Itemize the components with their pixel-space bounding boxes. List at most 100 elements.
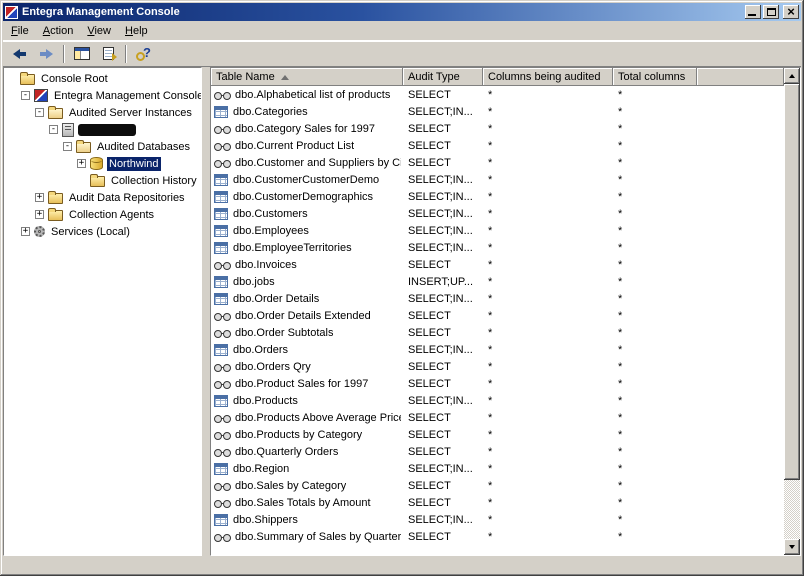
cell-audit-type: SELECT [403, 531, 483, 543]
view-icon [214, 479, 230, 492]
scroll-up-button[interactable] [784, 68, 800, 84]
table-row[interactable]: dbo.Employees SELECT;IN... * * [211, 222, 784, 239]
tree-item[interactable]: Collection History [4, 172, 201, 189]
forward-icon [39, 49, 53, 59]
table-row[interactable]: dbo.Products Above Average Price SELECT … [211, 409, 784, 426]
tree-item[interactable]: - [4, 121, 201, 138]
table-row[interactable]: dbo.Order Subtotals SELECT * * [211, 324, 784, 341]
table-row[interactable]: dbo.CustomerDemographics SELECT;IN... * … [211, 188, 784, 205]
tree-expander[interactable]: + [21, 227, 30, 236]
help-button[interactable] [132, 44, 156, 64]
cell-audit-type: SELECT [403, 497, 483, 509]
tree-item[interactable]: Console Root [4, 70, 201, 87]
table-row[interactable]: dbo.EmployeeTerritories SELECT;IN... * * [211, 239, 784, 256]
table-row[interactable]: dbo.Category Sales for 1997 SELECT * * [211, 120, 784, 137]
tree-item[interactable]: + Collection Agents [4, 206, 201, 223]
table-row[interactable]: dbo.Products by Category SELECT * * [211, 426, 784, 443]
column-header-total-columns[interactable]: Total columns [613, 68, 697, 86]
cell-total-columns: * [613, 327, 697, 339]
tree-expander[interactable]: - [49, 125, 58, 134]
vertical-scrollbar[interactable] [784, 68, 800, 555]
tree-expander[interactable]: + [35, 193, 44, 202]
tree-expander[interactable]: - [63, 142, 72, 151]
scroll-down-button[interactable] [784, 539, 800, 555]
tree-item[interactable]: + Services (Local) [4, 223, 201, 240]
cell-table-name: dbo.jobs [211, 276, 403, 288]
cell-columns-being-audited: * [483, 446, 613, 458]
table-row[interactable]: dbo.Shippers SELECT;IN... * * [211, 511, 784, 528]
cell-total-columns: * [613, 446, 697, 458]
tree-item[interactable]: - Entegra Management Console_0 [4, 87, 201, 104]
show-hide-tree-button[interactable] [70, 44, 94, 64]
server-icon [62, 123, 74, 137]
table-row[interactable]: dbo.CustomerCustomerDemo SELECT;IN... * … [211, 171, 784, 188]
arrow-down-icon [789, 545, 795, 549]
column-header-audit-type[interactable]: Audit Type [403, 68, 483, 86]
table-row[interactable]: dbo.Current Product List SELECT * * [211, 137, 784, 154]
close-button[interactable] [783, 5, 799, 19]
minimize-button[interactable] [745, 5, 761, 19]
table-list: Table Name Audit Type Columns being audi… [211, 68, 784, 555]
table-row[interactable]: dbo.Categories SELECT;IN... * * [211, 103, 784, 120]
cell-columns-being-audited: * [483, 327, 613, 339]
tree-expander[interactable]: + [77, 159, 86, 168]
cell-table-name: dbo.Categories [211, 106, 403, 118]
table-name-text: dbo.Order Details Extended [235, 310, 371, 322]
column-header-table-name[interactable]: Table Name [211, 68, 403, 86]
cell-table-name: dbo.Products Above Average Price [211, 411, 403, 424]
tree-item-label: Console Root [39, 72, 110, 86]
folder-open-icon [48, 108, 63, 119]
tree-expander[interactable]: - [21, 91, 30, 100]
table-row[interactable]: dbo.Summary of Sales by Quarter SELECT *… [211, 528, 784, 545]
menu-action[interactable]: Action [36, 22, 81, 40]
entegra-management-console-window: Entegra Management Console FileActionVie… [0, 0, 804, 576]
table-row[interactable]: dbo.Orders SELECT;IN... * * [211, 341, 784, 358]
table-row[interactable]: dbo.Sales by Category SELECT * * [211, 477, 784, 494]
cell-total-columns: * [613, 310, 697, 322]
table-row[interactable]: dbo.Order Details Extended SELECT * * [211, 307, 784, 324]
cell-audit-type: INSERT;UP... [403, 276, 483, 288]
table-row[interactable]: dbo.Customer and Suppliers by City SELEC… [211, 154, 784, 171]
table-name-text: dbo.Alphabetical list of products [235, 89, 390, 101]
cell-table-name: dbo.Employees [211, 225, 403, 237]
cell-total-columns: * [613, 191, 697, 203]
folder-open-icon [76, 142, 91, 153]
table-row[interactable]: dbo.Alphabetical list of products SELECT… [211, 86, 784, 103]
export-list-button[interactable] [96, 44, 120, 64]
tree-item[interactable]: - Audited Databases [4, 138, 201, 155]
maximize-button[interactable] [763, 5, 779, 19]
cell-table-name: dbo.Sales by Category [211, 479, 403, 492]
scroll-track[interactable] [784, 84, 800, 539]
table-row[interactable]: dbo.Product Sales for 1997 SELECT * * [211, 375, 784, 392]
cell-audit-type: SELECT;IN... [403, 344, 483, 356]
menu-view[interactable]: View [80, 22, 118, 40]
table-row[interactable]: dbo.Region SELECT;IN... * * [211, 460, 784, 477]
tree-item[interactable]: + Northwind [4, 155, 201, 172]
tree-expander[interactable]: + [35, 210, 44, 219]
tree-item[interactable]: + Audit Data Repositories [4, 189, 201, 206]
show-hide-tree-icon [74, 47, 90, 60]
cell-table-name: dbo.Category Sales for 1997 [211, 122, 403, 135]
tree-expander[interactable]: - [35, 108, 44, 117]
cell-columns-being-audited: * [483, 497, 613, 509]
menu-file[interactable]: File [4, 22, 36, 40]
table-row[interactable]: dbo.Quarterly Orders SELECT * * [211, 443, 784, 460]
table-row[interactable]: dbo.Customers SELECT;IN... * * [211, 205, 784, 222]
table-row[interactable]: dbo.jobs INSERT;UP... * * [211, 273, 784, 290]
table-row[interactable]: dbo.Orders Qry SELECT * * [211, 358, 784, 375]
cell-table-name: dbo.Order Details Extended [211, 309, 403, 322]
table-row[interactable]: dbo.Sales Totals by Amount SELECT * * [211, 494, 784, 511]
table-row[interactable]: dbo.Invoices SELECT * * [211, 256, 784, 273]
table-row[interactable]: dbo.Products SELECT;IN... * * [211, 392, 784, 409]
pane-splitter[interactable] [202, 67, 210, 556]
scroll-thumb[interactable] [784, 84, 800, 480]
column-header-columns-being-audited[interactable]: Columns being audited [483, 68, 613, 86]
tree-item[interactable]: - Audited Server Instances [4, 104, 201, 121]
forward-button[interactable] [34, 44, 58, 64]
tree-item-label: Audited Server Instances [67, 106, 194, 120]
title-bar[interactable]: Entegra Management Console [3, 3, 801, 21]
menu-help[interactable]: Help [118, 22, 155, 40]
table-row[interactable]: dbo.Order Details SELECT;IN... * * [211, 290, 784, 307]
cell-total-columns: * [613, 531, 697, 543]
back-button[interactable] [8, 44, 32, 64]
